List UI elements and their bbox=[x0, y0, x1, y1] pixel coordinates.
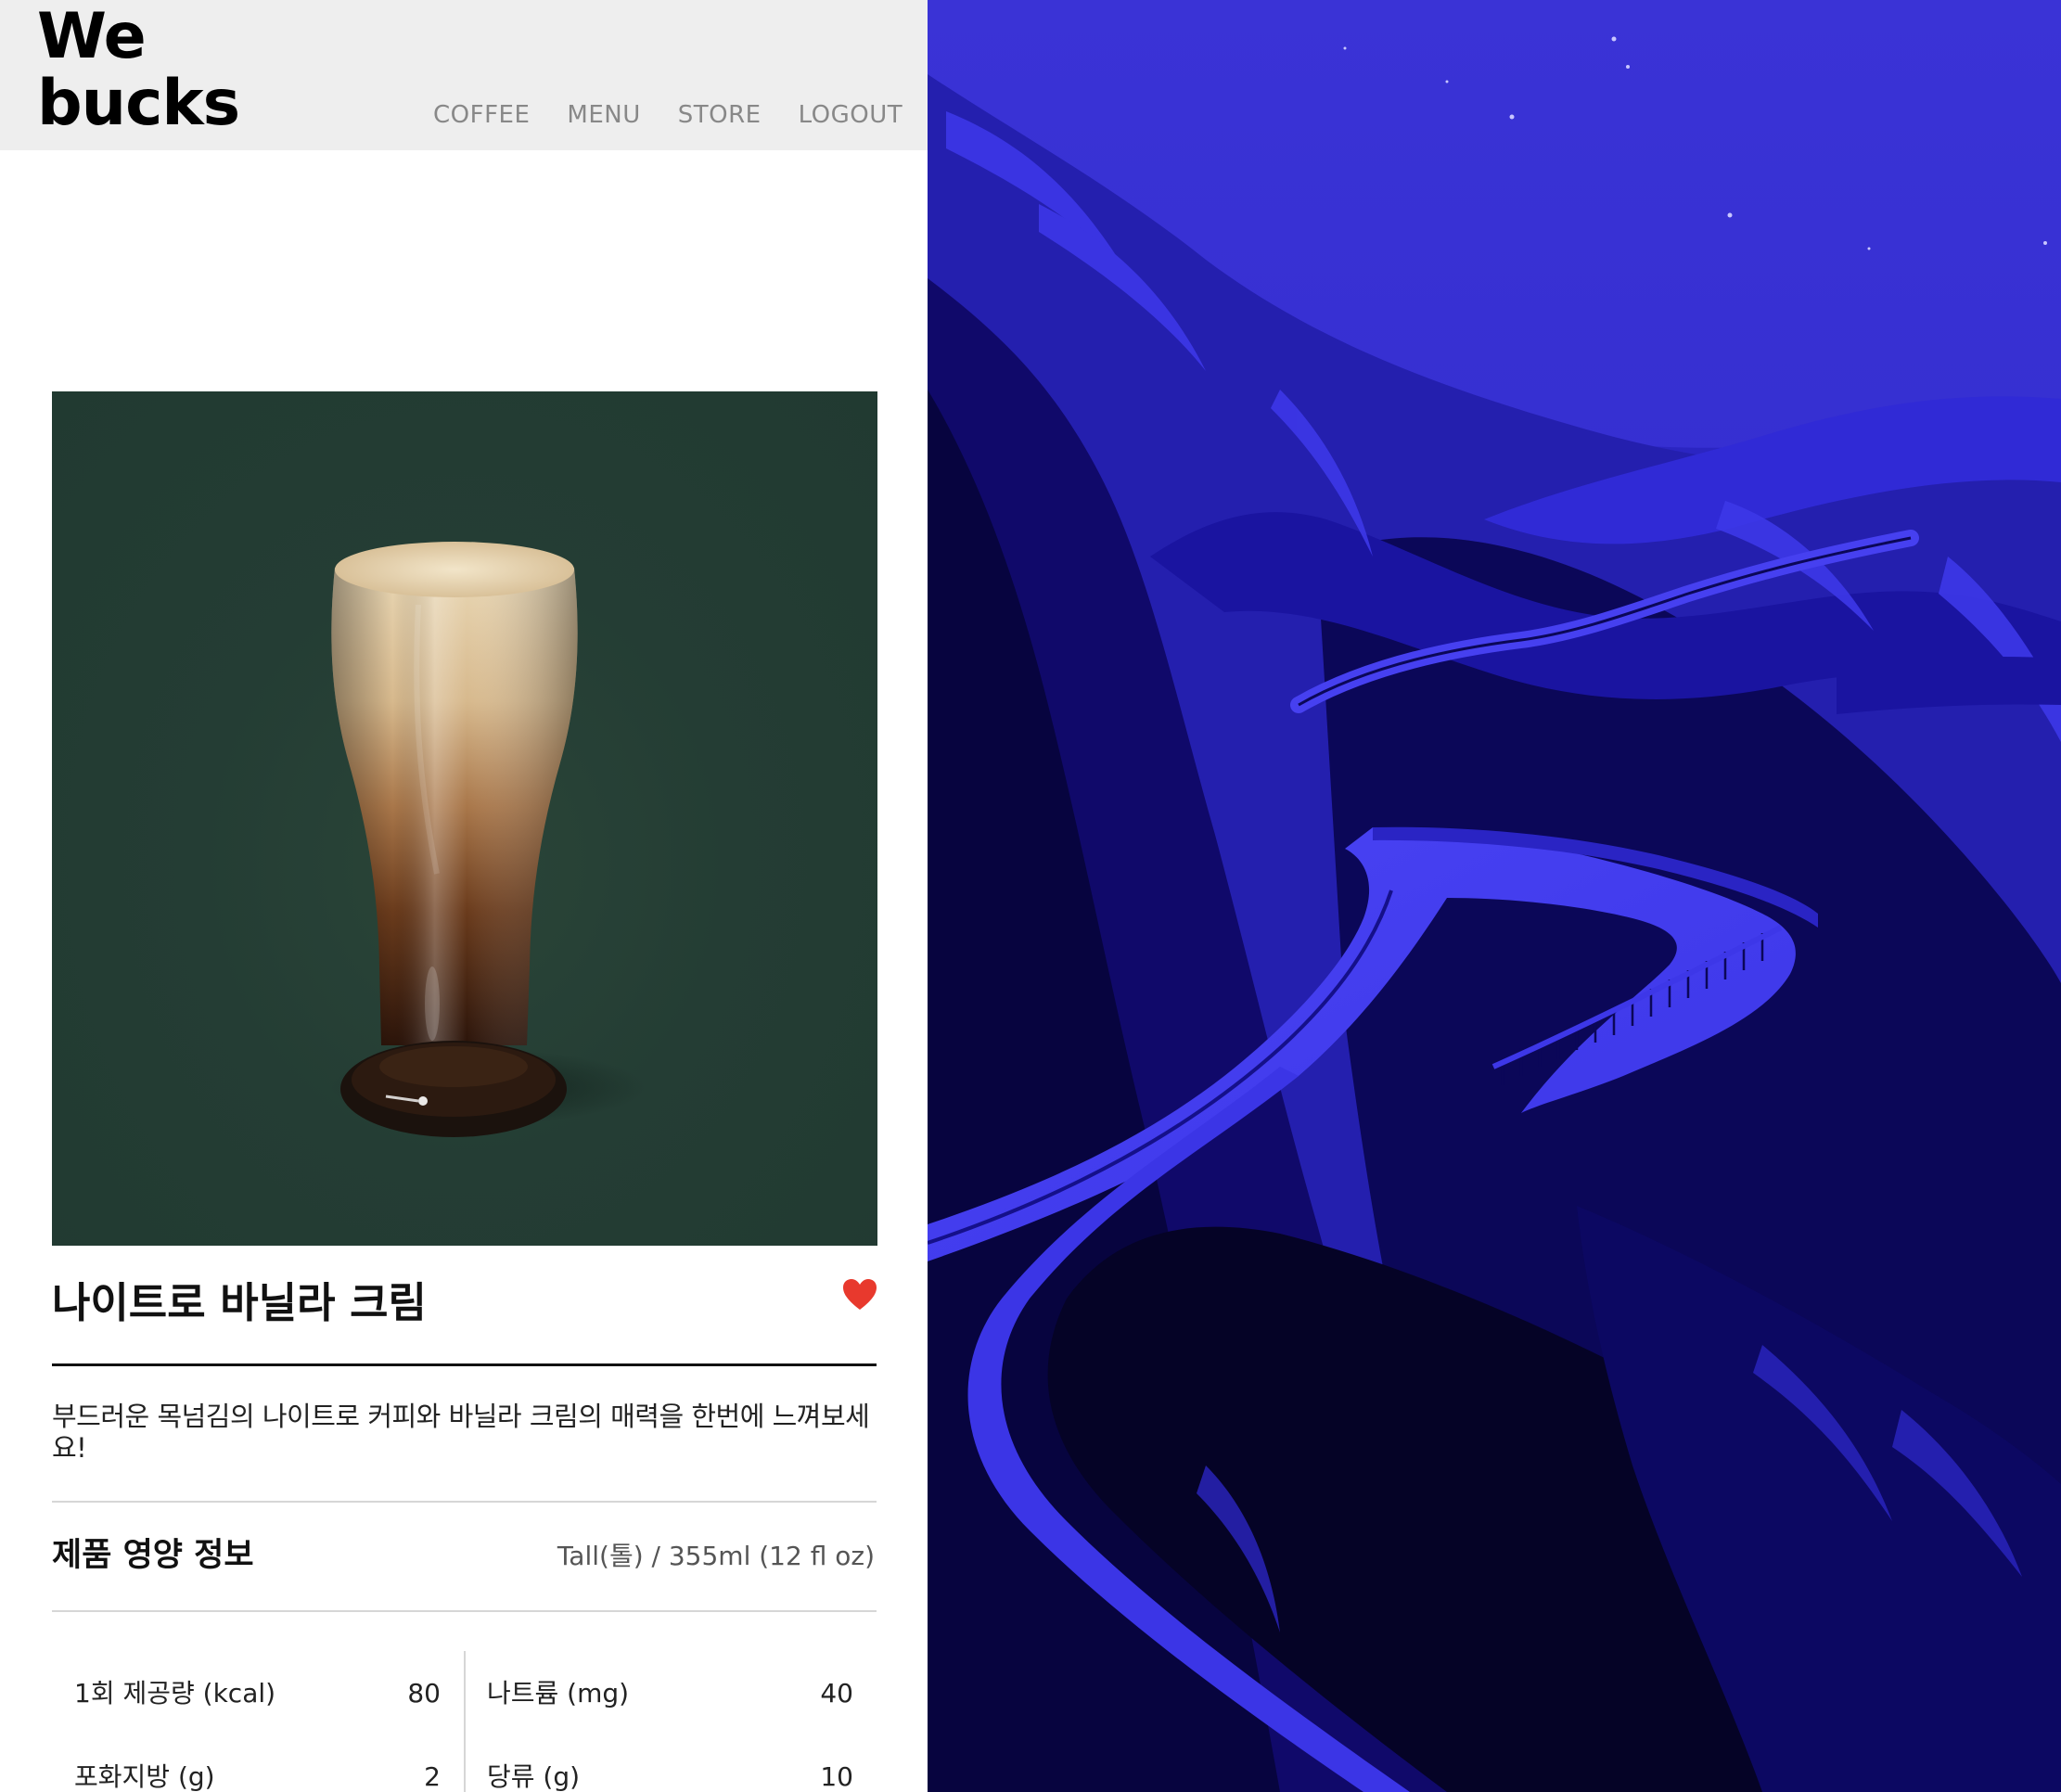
desktop-wallpaper bbox=[928, 0, 2061, 1792]
browser-page: We bucks COFFEE MENU STORE LOGOUT 나이트로 바… bbox=[0, 0, 928, 1792]
nutrition-label-sugars: 당류 (g) bbox=[487, 1761, 581, 1792]
product-title: 나이트로 바닐라 크림 bbox=[52, 1278, 427, 1327]
nutrition-label-kcal: 1회 제공량 (kcal) bbox=[74, 1678, 276, 1709]
nav-link-logout[interactable]: LOGOUT bbox=[799, 100, 903, 130]
nav-link-coffee[interactable]: COFFEE bbox=[433, 100, 530, 130]
nutrition-value-saturated-fat: 2 bbox=[424, 1761, 441, 1792]
description-divider bbox=[52, 1501, 877, 1503]
nav-link-menu[interactable]: MENU bbox=[567, 100, 640, 130]
nutrition-value-kcal: 80 bbox=[407, 1678, 441, 1709]
product-image bbox=[52, 391, 877, 1246]
mountain-road-illustration bbox=[928, 0, 2061, 1792]
nutrition-column-divider bbox=[464, 1651, 466, 1792]
nutrition-heading: 제품 영양 정보 bbox=[52, 1537, 254, 1574]
nav-link-store[interactable]: STORE bbox=[678, 100, 762, 130]
main-nav: COFFEE MENU STORE LOGOUT bbox=[433, 100, 902, 130]
nutrition-label-saturated-fat: 포화지방 (g) bbox=[74, 1761, 215, 1792]
serving-size: Tall(톨) / 355ml (12 fl oz) bbox=[557, 1541, 875, 1571]
title-divider bbox=[52, 1363, 877, 1366]
site-logo[interactable]: We bucks bbox=[37, 4, 240, 137]
nutrition-value-sodium: 40 bbox=[820, 1678, 853, 1709]
nutrition-label-sodium: 나트륨 (mg) bbox=[487, 1678, 630, 1709]
nutrition-divider bbox=[52, 1610, 877, 1612]
top-navigation-bar: We bucks COFFEE MENU STORE LOGOUT bbox=[0, 0, 928, 150]
product-description: 부드러운 목넘김의 나이트로 커피와 바닐라 크림의 매력을 한번에 느껴보세요… bbox=[52, 1401, 870, 1464]
nutrition-value-sugars: 10 bbox=[820, 1761, 853, 1792]
heart-icon[interactable] bbox=[842, 1278, 877, 1312]
nitro-glass-illustration bbox=[330, 542, 646, 1137]
